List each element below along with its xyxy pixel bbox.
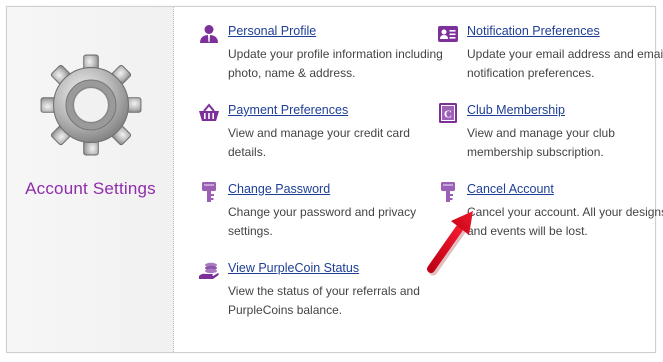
club-membership-description: View and manage your club membership sub…: [467, 126, 615, 159]
change-password-link[interactable]: Change Password: [228, 181, 330, 197]
personal-profile-link[interactable]: Personal Profile: [228, 23, 316, 39]
account-settings-panel: Account Settings Personal Profile Update…: [6, 6, 663, 353]
key-icon: [202, 182, 216, 202]
key-icon: [441, 182, 455, 202]
cancel-account-description: Cancel your account. All your designs an…: [467, 205, 663, 238]
basket-icon: [199, 103, 219, 121]
cancel-account-link[interactable]: Cancel Account: [467, 181, 554, 197]
notification-preferences-link[interactable]: Notification Preferences: [467, 23, 600, 39]
purplecoin-status-description: View the status of your referrals and Pu…: [228, 284, 420, 317]
gear-icon: [40, 54, 142, 156]
sidebar: Account Settings: [7, 7, 174, 352]
purplecoin-status-link[interactable]: View PurpleCoin Status: [228, 260, 359, 276]
payment-preferences-description: View and manage your credit card details…: [228, 126, 410, 159]
red-arrow-annotation: [427, 211, 473, 276]
coins-icon: [199, 262, 219, 279]
person-icon: [200, 25, 218, 43]
notification-preferences-description: Update your email address and email noti…: [467, 47, 663, 80]
change-password-description: Change your password and privacy setting…: [228, 205, 417, 238]
club-membership-link[interactable]: Club Membership: [467, 102, 565, 118]
id-card-icon: [438, 26, 458, 42]
svg-text:C: C: [444, 109, 452, 121]
payment-preferences-link[interactable]: Payment Preferences: [228, 102, 348, 118]
sidebar-title: Account Settings: [25, 179, 156, 198]
personal-profile-description: Update your profile information includin…: [228, 47, 443, 80]
club-c-icon: C: [439, 103, 457, 123]
